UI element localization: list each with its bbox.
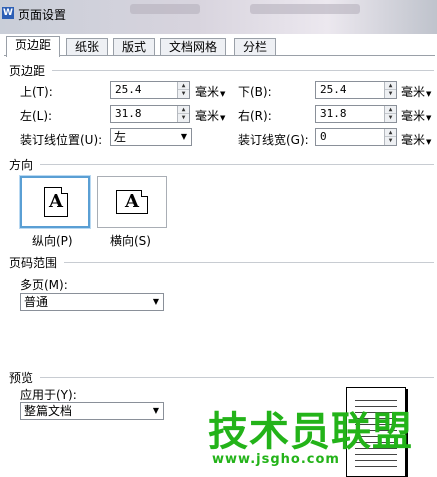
left-margin-unit[interactable]: 毫米▼ (195, 107, 225, 124)
divider (52, 70, 434, 71)
tab-paper[interactable]: 纸张 (66, 38, 109, 56)
dropdown-arrow-icon: ▼ (426, 138, 432, 146)
multiple-pages-select[interactable]: 普通 ▼ (20, 293, 164, 311)
dropdown-arrow-icon: ▼ (426, 114, 432, 122)
right-margin-unit[interactable]: 毫米▼ (401, 107, 431, 124)
apply-to-select[interactable]: 整篇文档 ▼ (20, 402, 164, 420)
right-margin-label: 右(R): (238, 109, 272, 123)
dropdown-arrow-icon: ▼ (220, 90, 226, 98)
section-title-page-range: 页码范围 (9, 256, 58, 270)
apply-to-label: 应用于(Y): (20, 388, 77, 402)
bottom-margin-unit[interactable]: 毫米▼ (401, 83, 431, 100)
tab-margins[interactable]: 页边距 (6, 36, 61, 57)
tab-document-grid[interactable]: 文档网格 (160, 38, 227, 56)
bottom-margin-label: 下(B): (238, 85, 272, 99)
gutter-position-label: 装订线位置(U): (20, 133, 103, 147)
bottom-margin-value: 25.4 (320, 83, 347, 96)
portrait-label[interactable]: 纵向(P) (32, 232, 73, 249)
apply-to-value: 整篇文档 (24, 404, 73, 418)
dropdown-arrow-icon: ▼ (426, 90, 432, 98)
divider (40, 377, 434, 378)
spinner-arrows[interactable]: ▲ ▼ (177, 106, 189, 122)
spinner-arrows[interactable]: ▲ ▼ (384, 82, 396, 98)
top-margin-label: 上(T): (20, 85, 53, 99)
multiple-pages-label: 多页(M): (20, 278, 68, 292)
chevron-down-icon: ▼ (152, 297, 159, 306)
section-title-margins: 页边距 (9, 64, 46, 78)
wps-app-icon: W (2, 7, 14, 19)
dropdown-arrow-icon: ▼ (220, 114, 226, 122)
title-bar-blur (130, 4, 200, 14)
bottom-margin-input[interactable]: 25.4 ▲ ▼ (315, 81, 397, 99)
tab-panel-border (4, 55, 435, 56)
spinner-arrows[interactable]: ▲ ▼ (384, 106, 396, 122)
tab-columns[interactable]: 分栏 (234, 38, 277, 56)
portrait-page-icon: A (44, 187, 68, 217)
dialog-title: 页面设置 (18, 8, 67, 22)
landscape-page-icon: A (116, 190, 148, 214)
divider (64, 262, 434, 263)
gutter-width-unit[interactable]: 毫米▼ (401, 131, 431, 148)
tab-layout[interactable]: 版式 (113, 38, 156, 56)
gutter-position-value: 左 (114, 130, 127, 144)
spinner-arrows[interactable]: ▲ ▼ (384, 129, 396, 145)
watermark-text: 技术员联盟 (208, 409, 413, 455)
top-margin-unit[interactable]: 毫米▼ (195, 83, 225, 100)
gutter-width-input[interactable]: 0 ▲ ▼ (315, 128, 397, 146)
top-margin-value: 25.4 (115, 83, 142, 96)
section-title-orientation: 方向 (9, 158, 34, 172)
section-title-preview: 预览 (9, 371, 34, 385)
left-margin-value: 31.8 (115, 107, 142, 120)
spinner-arrows[interactable]: ▲ ▼ (177, 82, 189, 98)
landscape-label[interactable]: 横向(S) (110, 232, 151, 249)
left-margin-input[interactable]: 31.8 ▲ ▼ (110, 105, 190, 123)
right-margin-value: 31.8 (320, 107, 347, 120)
chevron-down-icon: ▼ (152, 406, 159, 415)
right-margin-input[interactable]: 31.8 ▲ ▼ (315, 105, 397, 123)
gutter-width-value: 0 (320, 130, 327, 143)
landscape-option[interactable]: A (97, 176, 167, 228)
top-margin-input[interactable]: 25.4 ▲ ▼ (110, 81, 190, 99)
gutter-width-label: 装订线宽(G): (238, 133, 309, 147)
title-bar: W 页面设置 (0, 0, 437, 34)
divider (40, 164, 434, 165)
chevron-down-icon: ▼ (180, 132, 187, 141)
portrait-option[interactable]: A (20, 176, 90, 228)
gutter-position-select[interactable]: 左 ▼ (110, 128, 192, 146)
watermark-url: www.jsgho.com (212, 452, 340, 467)
left-margin-label: 左(L): (20, 109, 53, 123)
multiple-pages-value: 普通 (24, 295, 49, 309)
title-bar-blur (250, 4, 360, 14)
